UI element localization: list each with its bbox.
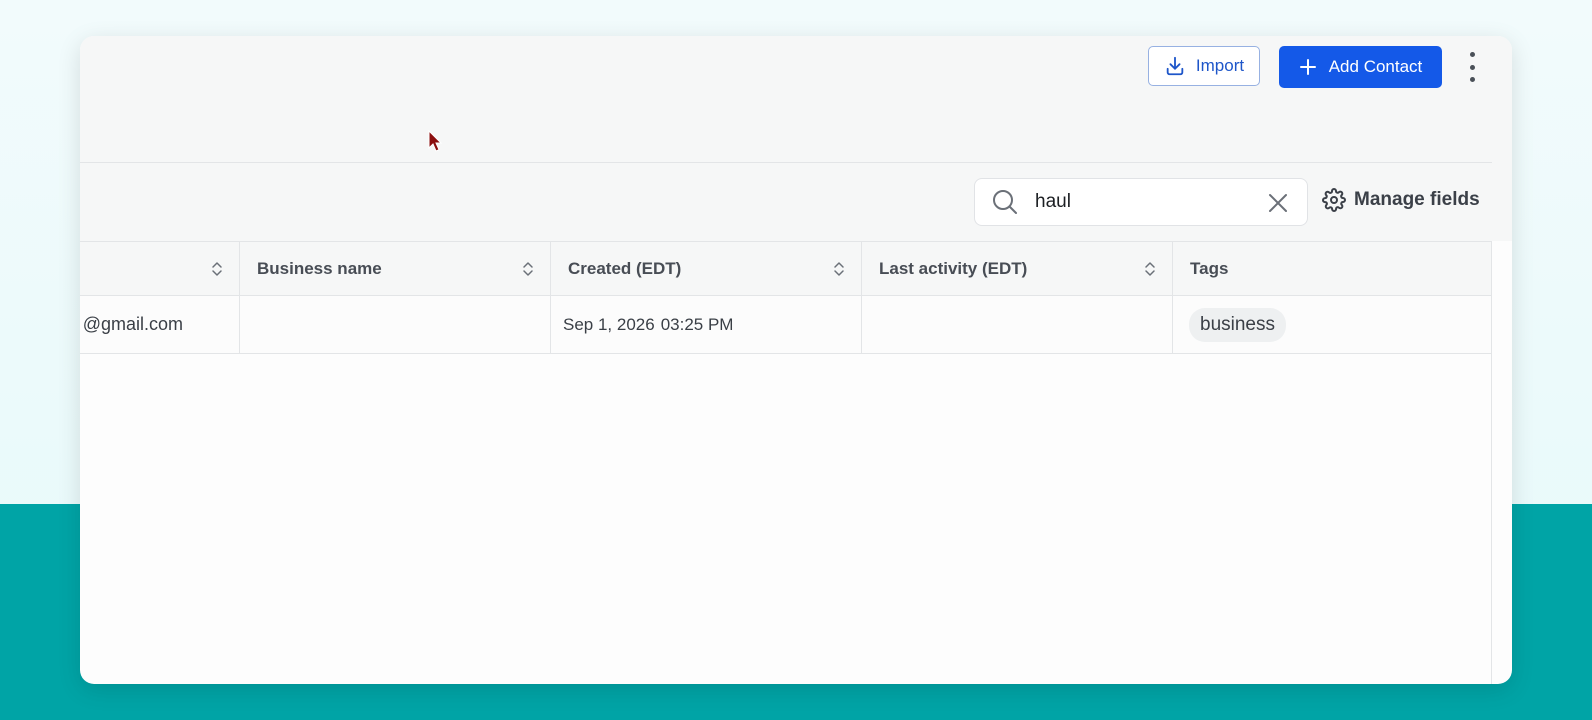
email-cell: @gmail.com <box>80 296 240 353</box>
add-contact-label: Add Contact <box>1328 57 1423 76</box>
column-header-tags: Tags <box>1190 258 1229 278</box>
table-header: Business name Created (EDT) Last activit… <box>80 241 1491 296</box>
search-icon <box>991 188 1019 216</box>
manage-fields-label: Manage fields <box>1354 189 1480 210</box>
column-header-email[interactable] <box>80 242 240 295</box>
sort-icon[interactable] <box>1144 260 1156 278</box>
table-row[interactable]: @gmail.com Sep 1, 2026 03:25 PM business <box>80 296 1491 354</box>
download-icon <box>1166 56 1184 76</box>
import-label: Import <box>1195 56 1245 75</box>
mouse-cursor-icon <box>428 130 442 152</box>
import-button[interactable]: Import <box>1148 46 1260 86</box>
sort-icon[interactable] <box>522 260 534 278</box>
column-header-last-activity[interactable]: Last activity (EDT) <box>862 242 1173 295</box>
gear-icon <box>1322 188 1346 212</box>
header-divider <box>80 162 1492 163</box>
contacts-table: Business name Created (EDT) Last activit… <box>80 241 1492 684</box>
clear-search-icon[interactable] <box>1267 192 1289 214</box>
add-contact-button[interactable]: Add Contact <box>1279 46 1442 88</box>
contacts-window: Import Add Contact Manage fields <box>80 36 1512 684</box>
plus-icon <box>1299 59 1316 75</box>
search-box[interactable] <box>974 178 1308 226</box>
last-activity-cell <box>862 296 1173 353</box>
column-header-business-name[interactable]: Business name <box>240 242 551 295</box>
tag-badge[interactable]: business <box>1189 307 1286 342</box>
search-input[interactable] <box>1033 190 1257 214</box>
tags-cell: business <box>1173 296 1491 353</box>
created-cell: Sep 1, 2026 03:25 PM <box>551 296 862 353</box>
manage-fields-button[interactable]: Manage fields <box>1322 188 1480 212</box>
sort-icon[interactable] <box>211 260 223 278</box>
business-name-cell <box>240 296 551 353</box>
more-options-icon[interactable] <box>1460 52 1484 82</box>
column-header-created[interactable]: Created (EDT) <box>551 242 862 295</box>
sort-icon[interactable] <box>833 260 845 278</box>
